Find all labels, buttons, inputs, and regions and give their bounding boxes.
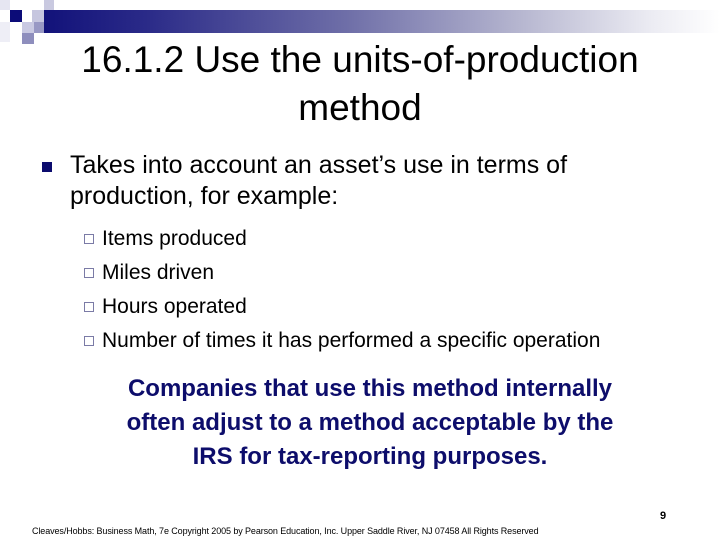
sub-bullet-item: Hours operated <box>84 290 704 324</box>
sub-bullet-item: Miles driven <box>84 256 704 290</box>
deco-square <box>0 22 10 42</box>
callout-line-1: Companies that use this method internall… <box>127 375 613 402</box>
page-number: 9 <box>660 510 667 522</box>
callout-line-2: often adjust to a method acceptable by t… <box>126 409 614 436</box>
main-bullet-text: Takes into account an asset’s use in ter… <box>70 151 568 210</box>
title-line-2: method <box>298 87 422 128</box>
sub-bullet-text: Number of times it has performed a speci… <box>102 329 601 352</box>
deco-square <box>10 10 22 22</box>
deco-square <box>34 22 44 33</box>
deco-square <box>0 0 10 10</box>
copyright-footer: Cleaves/Hobbs: Business Math, 7e Copyrig… <box>32 526 539 536</box>
hollow-square-bullet-icon <box>84 302 94 312</box>
filled-square-bullet-icon <box>42 162 52 172</box>
main-bullet: Takes into account an asset’s use in ter… <box>40 150 680 212</box>
deco-square <box>32 10 44 22</box>
sub-bullet-text: Items produced <box>102 227 247 250</box>
hollow-square-bullet-icon <box>84 336 94 346</box>
hollow-square-bullet-icon <box>84 234 94 244</box>
sub-bullet-list: Items produced Miles driven Hours operat… <box>84 222 704 358</box>
hollow-square-bullet-icon <box>84 268 94 278</box>
sub-bullet-text: Miles driven <box>102 261 215 284</box>
callout-line-3: IRS for tax-reporting purposes. <box>192 443 548 470</box>
sub-bullet-item: Items produced <box>84 222 704 256</box>
title-line-1: 16.1.2 Use the units-of-production <box>81 39 639 80</box>
title-accent-bar <box>44 10 720 33</box>
callout-note: Companies that use this method internall… <box>70 372 670 474</box>
sub-bullet-item: Number of times it has performed a speci… <box>84 324 704 358</box>
deco-square <box>44 0 54 10</box>
sub-bullet-text: Hours operated <box>102 295 247 318</box>
slide-title: 16.1.2 Use the units-of-production metho… <box>20 36 700 132</box>
deco-square <box>22 22 34 33</box>
